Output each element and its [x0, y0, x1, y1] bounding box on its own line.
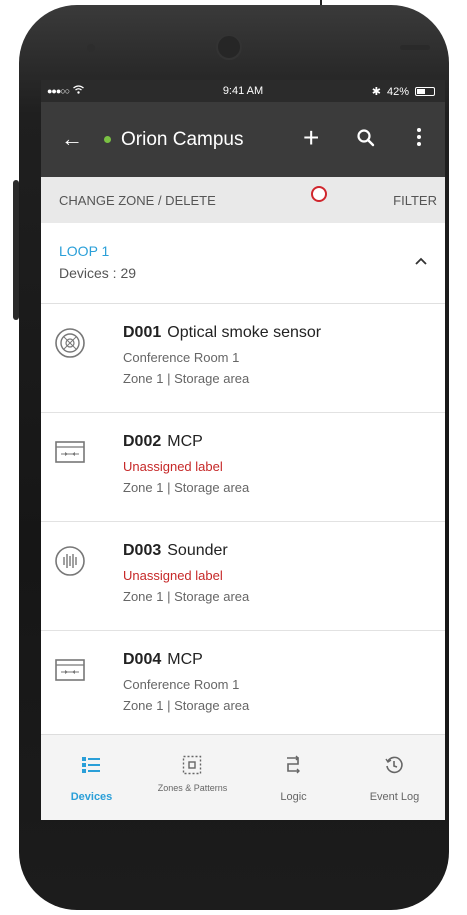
device-id: D002 [123, 433, 162, 450]
front-camera [216, 34, 242, 60]
proximity-sensor [87, 44, 95, 52]
device-title: D003 Sounder [123, 542, 228, 560]
device-label: Conference Room 1 [123, 677, 240, 692]
device-row[interactable]: D003 Sounder Unassigned label Zone 1 | St… [41, 522, 445, 631]
nav-logic[interactable]: Logic [243, 735, 344, 820]
device-label: Unassigned label [123, 459, 223, 474]
device-row[interactable]: D004 MCP Conference Room 1 Zone 1 | Stora… [41, 631, 445, 740]
filter-button[interactable]: FILTER [393, 193, 437, 208]
nav-label: Event Log [369, 791, 420, 803]
page-title: Orion Campus [121, 129, 244, 150]
earpiece-speaker [400, 45, 430, 50]
device-zone: Zone 1 | Storage area [123, 371, 250, 386]
device-row[interactable]: D001 Optical smoke sensor Conference Room… [41, 304, 445, 413]
loop-device-count: Devices : 29 [59, 265, 137, 281]
back-arrow-icon[interactable]: ← [61, 128, 83, 150]
more-options-icon[interactable] [417, 127, 421, 147]
device-row[interactable]: D002 MCP Unassigned label Zone 1 | Storag… [41, 413, 445, 522]
app-screen: ●●●○○ 9:41 AM ✱ 42% ← Orion Campus + CHA… [41, 80, 445, 820]
annotation-marker [311, 186, 327, 202]
loop-title: LOOP 1 [59, 243, 110, 259]
battery-percent: 42% [386, 85, 409, 98]
sounder-icon [53, 544, 87, 578]
add-icon[interactable]: + [303, 122, 319, 154]
nav-devices[interactable]: Devices [41, 735, 142, 820]
app-bar: ← Orion Campus + [41, 102, 445, 177]
status-bar: ●●●○○ 9:41 AM ✱ 42% [41, 80, 445, 102]
device-label: Unassigned label [123, 568, 223, 583]
history-icon [385, 756, 403, 774]
device-name: Optical smoke sensor [167, 324, 322, 341]
mcp-icon [53, 653, 87, 687]
smoke-sensor-icon [53, 326, 87, 360]
online-status-icon [104, 136, 111, 143]
phone-side-button [13, 180, 19, 320]
device-id: D001 [123, 324, 162, 341]
device-title: D004 MCP [123, 651, 203, 669]
chevron-up-icon[interactable] [415, 253, 427, 265]
nav-label: Devices [70, 791, 113, 803]
action-strip: CHANGE ZONE / DELETE FILTER [41, 177, 445, 223]
device-id: D003 [123, 542, 162, 559]
nav-label: Logic [280, 791, 307, 803]
zones-icon [182, 755, 202, 775]
nav-event-log[interactable]: Event Log [344, 735, 445, 820]
device-name: Sounder [167, 542, 228, 559]
device-name: MCP [167, 651, 203, 668]
device-zone: Zone 1 | Storage area [123, 589, 250, 604]
loop-header[interactable]: LOOP 1 Devices : 29 [41, 223, 445, 304]
device-title: D001 Optical smoke sensor [123, 324, 321, 342]
nav-zones-patterns[interactable]: Zones & Patterns [142, 735, 243, 820]
bluetooth-icon: ✱ [371, 86, 381, 98]
device-id: D004 [123, 651, 162, 668]
bottom-navigation: Devices Zones & Patterns Logic Event Log [41, 734, 445, 820]
logic-icon [287, 755, 300, 774]
device-zone: Zone 1 | Storage area [123, 698, 250, 713]
nav-label: Zones & Patterns [157, 783, 228, 793]
device-name: MCP [167, 433, 203, 450]
mcp-icon [53, 435, 87, 469]
device-title: D002 MCP [123, 433, 203, 451]
search-icon[interactable] [356, 128, 376, 148]
devices-list-icon [82, 757, 100, 773]
device-label: Conference Room 1 [123, 350, 240, 365]
change-zone-delete-button[interactable]: CHANGE ZONE / DELETE [59, 193, 216, 208]
device-zone: Zone 1 | Storage area [123, 480, 250, 495]
battery-icon [415, 87, 435, 96]
